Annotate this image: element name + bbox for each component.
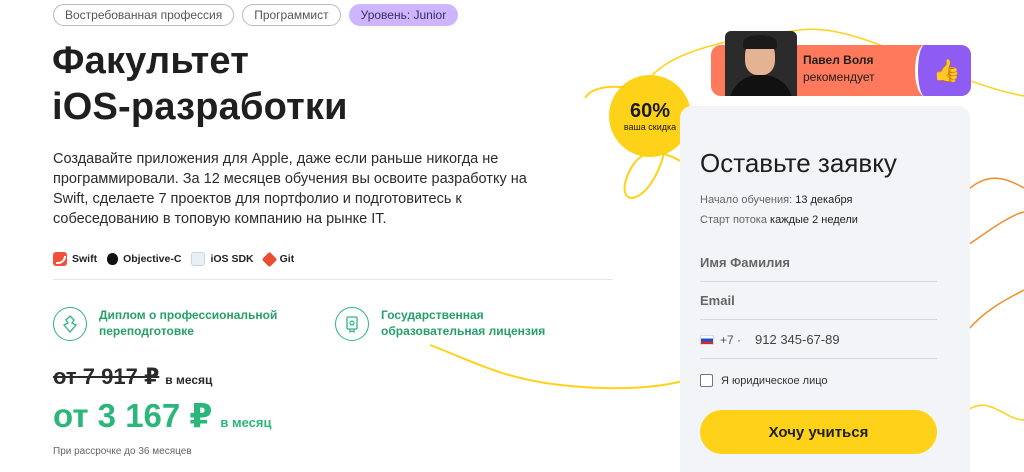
old-price: от 7 917 ₽ в месяц bbox=[53, 364, 212, 390]
feature-text: Диплом о профессиональной переподготовке bbox=[99, 308, 278, 338]
new-price-period: в месяц bbox=[220, 415, 272, 430]
tag-list: Востребованная профессия Программист Уро… bbox=[53, 4, 459, 26]
phone-field[interactable]: +7 · 912 345-67-89 bbox=[700, 321, 937, 359]
stream-label: Старт потока bbox=[700, 214, 767, 226]
tech-label: Swift bbox=[72, 253, 98, 265]
application-form: Оставьте заявку Начало обучения: 13 дека… bbox=[680, 106, 970, 472]
start-date: Начало обучения: 13 декабря bbox=[700, 194, 852, 206]
swift-icon bbox=[53, 252, 67, 266]
discount-percent: 60% bbox=[629, 100, 671, 122]
page-title-line-1: Факультет bbox=[52, 40, 250, 82]
feature-diploma: Диплом о профессиональной переподготовке bbox=[53, 307, 279, 341]
emblem-icon bbox=[53, 307, 87, 341]
tech-ios-sdk: iOS SDK bbox=[191, 252, 254, 266]
feature-text: Государственная образовательная лицензия bbox=[381, 308, 546, 338]
tech-label: Git bbox=[279, 253, 295, 265]
technology-list: Swift Objective-C iOS SDK Git bbox=[53, 251, 295, 267]
new-price: от 3 167 ₽ в месяц bbox=[53, 396, 271, 435]
recommender-name: Павел Воля bbox=[803, 53, 874, 67]
tech-git: Git bbox=[261, 251, 295, 267]
old-price-amount: от 7 917 ₽ bbox=[53, 364, 160, 389]
start-value: 13 декабря bbox=[795, 194, 853, 206]
tech-swift: Swift bbox=[53, 252, 97, 266]
apple-icon bbox=[107, 253, 119, 265]
installment-note: При рассрочке до 36 месяцев bbox=[53, 446, 192, 457]
tech-label: iOS SDK bbox=[210, 253, 254, 265]
old-price-period: в месяц bbox=[165, 373, 213, 387]
phone-input[interactable]: 912 345-67-89 bbox=[755, 332, 840, 347]
start-label: Начало обучения: bbox=[700, 194, 793, 206]
feature-license: Государственная образовательная лицензия bbox=[335, 307, 551, 341]
course-description: Создавайте приложения для Apple, даже ес… bbox=[53, 151, 527, 227]
tag-level: Уровень: Junior bbox=[348, 4, 459, 26]
new-price-amount: от 3 167 ₽ bbox=[53, 397, 213, 434]
page-title: Факультет iOS-разработки bbox=[52, 38, 348, 130]
tech-label: Objective-C bbox=[123, 253, 182, 265]
stream-value: каждые 2 недели bbox=[770, 214, 858, 226]
russia-flag-icon[interactable] bbox=[700, 334, 714, 345]
recommendation-card: Павел Воля рекомендует 👍 bbox=[711, 31, 971, 96]
name-field[interactable]: Имя Фамилия bbox=[700, 244, 937, 282]
tag-programmer: Программист bbox=[242, 4, 341, 26]
ios-sdk-icon bbox=[191, 252, 206, 266]
thumbs-up-icon: 👍 bbox=[915, 45, 971, 96]
discount-label: ваша скидка bbox=[623, 122, 677, 132]
license-icon bbox=[335, 307, 369, 341]
divider bbox=[53, 279, 613, 280]
tag-demanded-profession: Востребованная профессия bbox=[53, 4, 235, 26]
git-icon bbox=[261, 251, 277, 267]
recommendation-text: рекомендует bbox=[803, 70, 875, 84]
page-title-line-2: iOS-разработки bbox=[52, 86, 348, 128]
legal-entity-checkbox[interactable]: Я юридическое лицо bbox=[700, 374, 828, 387]
avatar bbox=[725, 31, 797, 96]
submit-button[interactable]: Хочу учиться bbox=[700, 410, 937, 454]
email-field[interactable]: Email bbox=[700, 282, 937, 320]
form-title: Оставьте заявку bbox=[700, 148, 897, 178]
phone-prefix[interactable]: +7 · bbox=[720, 333, 741, 347]
checkbox-label: Я юридическое лицо bbox=[721, 374, 828, 387]
tech-objective-c: Objective-C bbox=[107, 253, 181, 265]
discount-badge: 60% ваша скидка bbox=[609, 75, 691, 157]
checkbox-box[interactable] bbox=[700, 374, 713, 387]
stream-start: Старт потока каждые 2 недели bbox=[700, 214, 858, 226]
